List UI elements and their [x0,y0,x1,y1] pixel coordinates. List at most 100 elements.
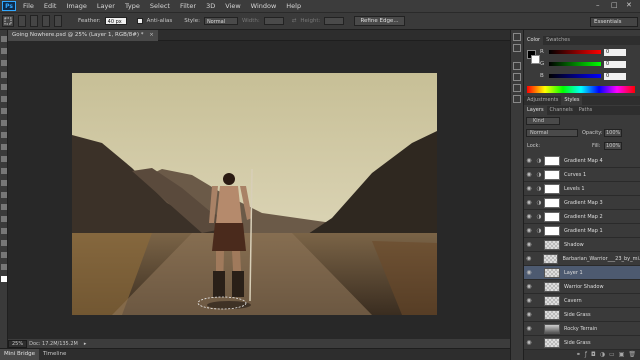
slider-b-track[interactable] [549,74,601,78]
blend-mode-select[interactable]: Normal [526,129,578,137]
layer-name[interactable]: Gradient Map 2 [564,214,603,220]
layer-name[interactable]: Curves 1 [564,172,586,178]
lasso-tool-icon[interactable] [1,60,7,66]
fill-input[interactable]: 100% [604,142,622,150]
menu-3d[interactable]: 3D [201,0,220,12]
intersect-selection-icon[interactable] [54,15,62,27]
layer-row[interactable]: ◉ ◑ Levels 1 [524,182,640,196]
layer-name[interactable]: Shadow [564,242,584,248]
history-brush-tool-icon[interactable] [1,144,7,150]
layer-name[interactable]: Rocky Terrain [564,326,597,332]
eyedropper-tool-icon[interactable] [1,96,7,102]
visibility-eye-icon[interactable]: ◉ [524,227,534,234]
visibility-eye-icon[interactable]: ◉ [524,255,534,262]
add-selection-icon[interactable] [30,15,38,27]
type-tool-icon[interactable] [1,216,7,222]
visibility-eye-icon[interactable]: ◉ [524,325,534,332]
layer-thumbnail[interactable] [544,267,560,278]
channel-r-value[interactable]: 0 [604,48,626,56]
height-input[interactable] [324,17,345,25]
paragraph-panel-icon[interactable] [513,84,521,92]
visibility-eye-icon[interactable]: ◉ [524,241,534,248]
zoom-level[interactable]: 25% [8,339,28,348]
layer-filter-select[interactable]: Kind [526,117,560,125]
layer-name[interactable]: Gradient Map 3 [564,200,603,206]
blur-tool-icon[interactable] [1,180,7,186]
gradient-tool-icon[interactable] [1,168,7,174]
visibility-eye-icon[interactable]: ◉ [524,213,534,220]
zoom-tool-icon[interactable] [1,264,7,270]
color-slider-r[interactable]: R 0 [540,48,640,56]
pen-tool-icon[interactable] [1,204,7,210]
layer-name[interactable]: Levels 1 [564,186,585,192]
actions-panel-icon[interactable] [513,95,521,103]
layer-row[interactable]: ◉ Side Grass [524,308,640,322]
opacity-input[interactable]: 100% [604,129,622,137]
close-document-icon[interactable]: × [149,32,154,38]
layer-style-icon[interactable]: ƒ [585,350,587,360]
menu-select[interactable]: Select [145,0,175,12]
visibility-eye-icon[interactable]: ◉ [524,185,534,192]
workspace-switcher[interactable]: Essentials [590,17,638,27]
new-group-icon[interactable]: ▭ [609,350,615,360]
style-select[interactable]: Normal [203,17,238,25]
menu-view[interactable]: View [220,0,245,12]
tab-color[interactable]: Color [524,36,544,45]
add-mask-icon[interactable]: ◘ [591,350,596,360]
path-select-tool-icon[interactable] [1,228,7,234]
new-layer-icon[interactable]: ▣ [619,350,625,360]
status-menu-arrow-icon[interactable]: ▸ [84,341,87,347]
layer-thumbnail[interactable] [544,239,560,250]
color-swatch[interactable] [1,276,7,282]
color-slider-b[interactable]: B 0 [540,72,640,80]
new-adjustment-icon[interactable]: ◑ [600,350,605,360]
layer-name[interactable]: Gradient Map 1 [564,228,603,234]
layer-row[interactable]: ◉ Barbarian_Warrior___23_by_mi... [524,252,640,266]
color-spectrum-ramp[interactable] [527,86,635,93]
visibility-eye-icon[interactable]: ◉ [524,157,534,164]
tab-channels[interactable]: Channels [547,106,576,115]
new-selection-icon[interactable] [18,15,26,27]
layer-row[interactable]: ◉ Cavern [524,294,640,308]
layer-thumbnail[interactable] [544,337,560,348]
channel-b-value[interactable]: 0 [604,72,626,80]
marquee-tool-preset-icon[interactable] [2,15,14,27]
feather-input[interactable]: 40 px [104,17,127,25]
healing-brush-tool-icon[interactable] [1,108,7,114]
visibility-eye-icon[interactable]: ◉ [524,339,534,346]
visibility-eye-icon[interactable]: ◉ [524,171,534,178]
tab-layers[interactable]: Layers [524,106,547,115]
hand-tool-icon[interactable] [1,252,7,258]
visibility-eye-icon[interactable]: ◉ [524,199,534,206]
menu-help[interactable]: Help [281,0,306,12]
maximize-button[interactable]: □ [611,1,618,9]
menu-filter[interactable]: Filter [175,0,201,12]
layer-row[interactable]: ◉ Warrior Shadow [524,280,640,294]
layer-mask-thumbnail[interactable] [544,197,560,208]
marquee-tool-icon[interactable] [1,48,7,54]
background-color-swatch[interactable] [531,55,540,64]
layer-name[interactable]: Side Grass [564,312,591,318]
swap-icon[interactable]: ⇄ [292,18,297,24]
layer-mask-thumbnail[interactable] [544,169,560,180]
eraser-tool-icon[interactable] [1,156,7,162]
layer-mask-thumbnail[interactable] [544,211,560,222]
menu-edit[interactable]: Edit [39,0,62,12]
layer-mask-thumbnail[interactable] [544,155,560,166]
dodge-tool-icon[interactable] [1,192,7,198]
color-slider-g[interactable]: G 0 [540,60,640,68]
channel-g-value[interactable]: 0 [604,60,626,68]
link-layers-icon[interactable]: ⚭ [576,350,581,360]
layer-thumbnail[interactable] [543,253,559,264]
tab-styles[interactable]: Styles [561,96,583,105]
canvas-area[interactable] [8,41,510,347]
minimize-button[interactable]: – [596,1,600,9]
crop-tool-icon[interactable] [1,84,7,90]
menu-file[interactable]: File [18,0,39,12]
refine-edge-button[interactable]: Refine Edge... [354,16,405,26]
layer-row[interactable]: ◉ Rocky Terrain [524,322,640,336]
layer-name[interactable]: Cavern [564,298,582,304]
antialias-checkbox[interactable] [136,18,143,24]
visibility-eye-icon[interactable]: ◉ [524,283,534,290]
layer-mask-thumbnail[interactable] [544,183,560,194]
